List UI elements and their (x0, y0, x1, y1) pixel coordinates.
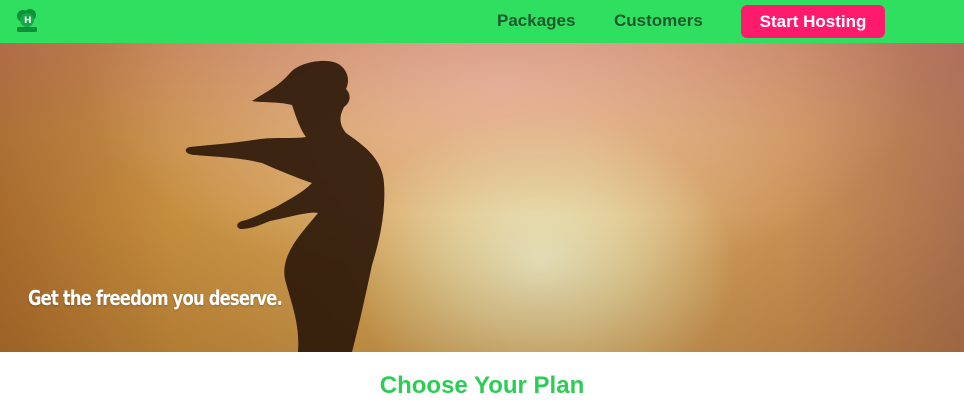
leaf-logo-icon[interactable]: H (14, 7, 40, 33)
nav-link-packages[interactable]: Packages (497, 11, 575, 31)
nav-link-customers[interactable]: Customers (614, 11, 703, 31)
top-navbar: H Packages Customers Start Hosting (0, 0, 964, 43)
hero-tagline: Get the freedom you deserve. (28, 286, 283, 310)
svg-text:H: H (24, 16, 32, 26)
start-hosting-button[interactable]: Start Hosting (741, 5, 885, 38)
choose-plan-heading: Choose Your Plan (379, 372, 585, 399)
hero-banner: Get the freedom you deserve. (0, 43, 964, 352)
